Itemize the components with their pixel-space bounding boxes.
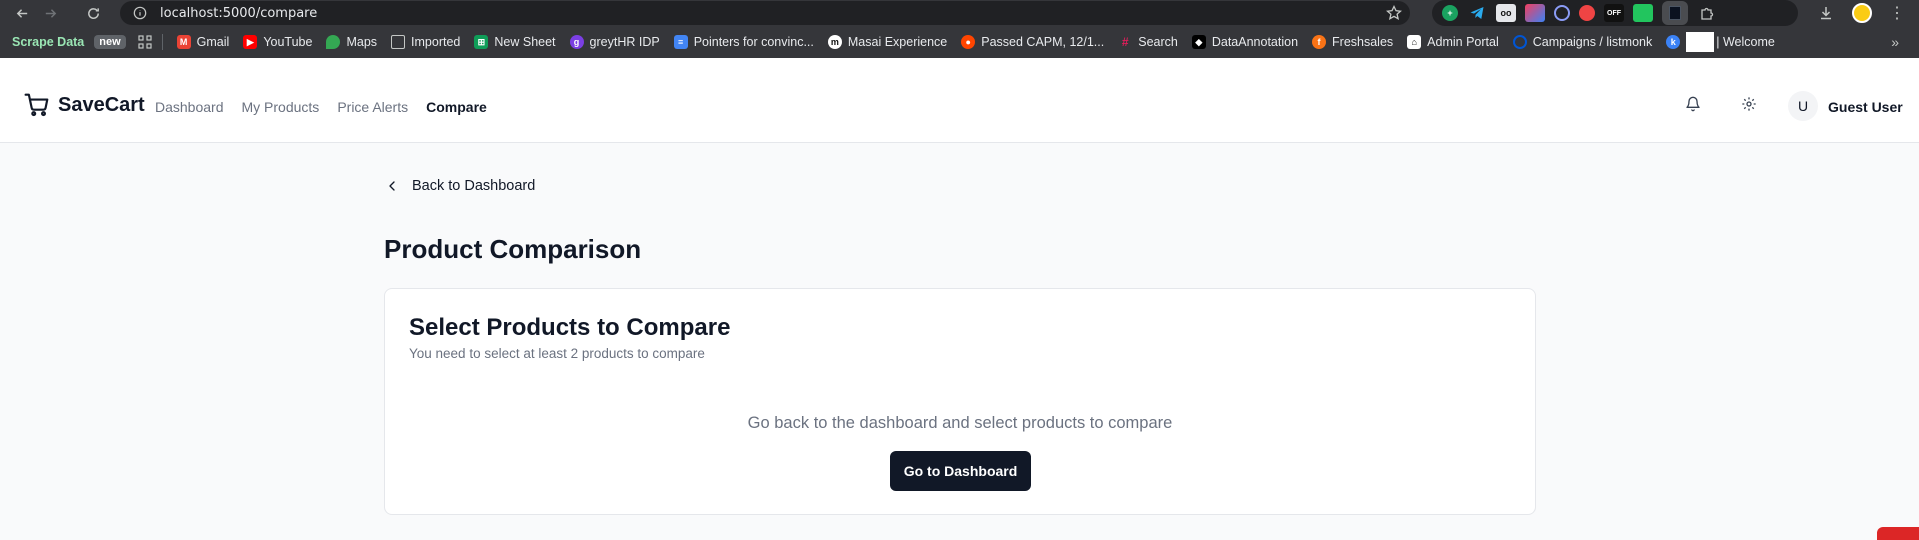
bookmark-new-sheet[interactable]: ⊞ New Sheet (474, 35, 556, 49)
apps-grid-icon[interactable] (138, 35, 152, 49)
bell-icon[interactable] (1685, 96, 1705, 116)
reddit-icon: ● (961, 35, 976, 49)
bookmark-capm[interactable]: ● Passed CAPM, 12/1... (961, 35, 1104, 49)
page-title: Product Comparison (384, 234, 642, 264)
bookmark-admin-portal[interactable]: ⌂ Admin Portal (1407, 35, 1499, 49)
bookmark-imported[interactable]: Imported (391, 35, 460, 49)
pokeball-icon[interactable] (1579, 5, 1595, 21)
app-header: SaveCart Dashboard My Products Price Ale… (0, 58, 1919, 143)
reload-icon[interactable] (80, 0, 106, 26)
floating-widget-tab[interactable] (1877, 527, 1919, 540)
extension-active-icon[interactable] (1662, 1, 1688, 25)
bookmark-listmonk[interactable]: Campaigns / listmonk (1512, 35, 1652, 49)
youtube-icon: ▶ (243, 35, 258, 49)
bookmark-greythr[interactable]: g greytHR IDP (569, 35, 660, 49)
greythr-icon: g (569, 35, 584, 49)
back-arrow-icon[interactable] (9, 0, 35, 26)
address-bar[interactable]: localhost:5000/compare (120, 1, 1410, 25)
extension-circle-icon[interactable] (1554, 5, 1570, 21)
avatar[interactable]: U (1788, 91, 1818, 121)
extension-color-icon[interactable] (1525, 4, 1545, 22)
telegram-icon[interactable] (1467, 4, 1487, 22)
extension-chart-icon[interactable] (1633, 4, 1653, 22)
profile-avatar-icon[interactable] (1850, 0, 1874, 26)
brand-name: SaveCart (58, 93, 145, 116)
slack-icon: # (1121, 35, 1129, 49)
browser-menu-icon[interactable]: ⋮ (1885, 0, 1909, 26)
extensions-bar: + oo OFF (1432, 0, 1798, 26)
bookmark-pointers[interactable]: ≡ Pointers for convinc... (673, 35, 814, 49)
main-nav: Dashboard My Products Price Alerts Compa… (155, 99, 487, 115)
back-to-dashboard-link[interactable]: Back to Dashboard (384, 178, 535, 194)
nav-price-alerts[interactable]: Price Alerts (337, 99, 408, 115)
compare-selection-card: Select Products to Compare You need to s… (384, 288, 1536, 515)
dataannotation-icon: ◆ (1191, 35, 1206, 49)
extension-off-icon[interactable]: OFF (1604, 4, 1624, 22)
bookmark-search[interactable]: # Search (1118, 35, 1178, 49)
sheets-icon: ⊞ (474, 35, 489, 49)
download-icon[interactable] (1814, 0, 1838, 26)
bookmark-masai[interactable]: m Masai Experience (827, 35, 947, 49)
go-to-dashboard-button[interactable]: Go to Dashboard (890, 451, 1031, 491)
bookmark-dataannotation[interactable]: ◆ DataAnnotation (1191, 35, 1298, 49)
bookmark-separator (161, 34, 163, 50)
user-name[interactable]: Guest User (1828, 99, 1903, 115)
nav-dashboard[interactable]: Dashboard (155, 99, 224, 115)
extension-green-plus-icon[interactable]: + (1442, 5, 1458, 21)
card-subtitle: You need to select at least 2 products t… (409, 346, 705, 361)
url-text[interactable]: localhost:5000/compare (160, 6, 317, 21)
more-bookmarks-icon[interactable]: » (1891, 34, 1899, 50)
extensions-puzzle-icon[interactable] (1697, 4, 1717, 22)
browser-toolbar: localhost:5000/compare + oo OFF ⋮ (0, 0, 1919, 26)
freshsales-icon: f (1312, 35, 1327, 49)
forward-arrow-icon[interactable] (37, 0, 63, 26)
admin-icon: ⌂ (1407, 35, 1422, 49)
nav-my-products[interactable]: My Products (242, 99, 320, 115)
card-title: Select Products to Compare (409, 314, 731, 341)
bookmark-gmail[interactable]: M Gmail (176, 35, 229, 49)
bookmark-star-icon[interactable] (1385, 4, 1403, 21)
bookmark-freshsales[interactable]: f Freshsales (1312, 35, 1393, 49)
brand-logo[interactable]: SaveCart (24, 92, 145, 118)
gmail-icon: M (176, 35, 191, 49)
extension-oo-icon[interactable]: oo (1496, 4, 1516, 22)
folder-icon (391, 35, 406, 49)
listmonk-icon (1512, 35, 1527, 49)
k-icon: k (1666, 35, 1681, 49)
masai-icon: m (827, 35, 842, 49)
bookmark-welcome[interactable]: k | Welcome (1666, 32, 1775, 52)
bookmark-maps[interactable]: Maps (326, 35, 377, 49)
chevron-left-icon (389, 181, 395, 191)
maps-icon (326, 35, 341, 49)
bookmark-youtube[interactable]: ▶ YouTube (243, 35, 312, 49)
bookmark-scrape-data[interactable]: Scrape Data (12, 35, 84, 49)
site-info-icon[interactable] (132, 5, 148, 21)
nav-compare[interactable]: Compare (426, 99, 487, 115)
docs-icon: ≡ (673, 35, 688, 49)
empty-state-message: Go back to the dashboard and select prod… (747, 414, 1173, 432)
bookmarks-bar: Scrape Data new M Gmail ▶ YouTube Maps Imp… (0, 26, 1919, 58)
shopping-cart-icon (24, 93, 49, 117)
back-link-label: Back to Dashboard (412, 178, 536, 194)
redacted-box (1686, 32, 1715, 52)
gear-icon[interactable] (1741, 96, 1761, 116)
bookmark-new[interactable]: new (94, 35, 126, 49)
